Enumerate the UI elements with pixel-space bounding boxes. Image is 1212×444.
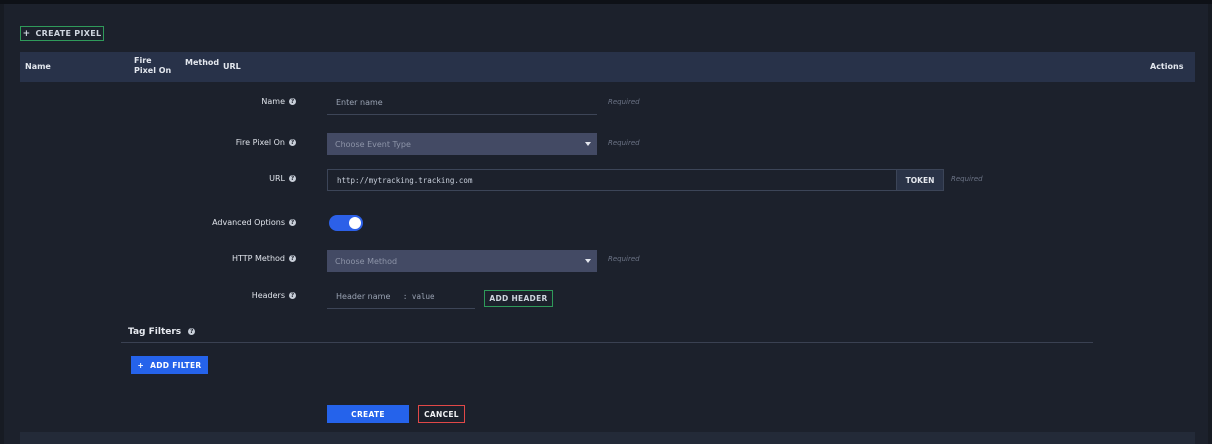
add-filter-label: ADD FILTER <box>150 360 202 370</box>
fire-pixel-label: Fire Pixel On <box>235 138 285 147</box>
event-type-select[interactable]: Choose Event Type <box>327 133 597 155</box>
plus-icon: + <box>22 28 31 39</box>
advanced-label: Advanced Options <box>212 218 285 227</box>
header-value-placeholder: : value <box>402 292 435 301</box>
toggle-knob <box>349 217 361 229</box>
http-method-required: Required <box>608 255 640 263</box>
col-url: URL <box>223 62 241 71</box>
advanced-label-wrap: Advanced Options? <box>96 218 296 227</box>
name-label: Name <box>261 97 285 106</box>
chevron-down-icon <box>585 259 591 263</box>
create-pixel-label: CREATE PIXEL <box>35 29 102 38</box>
col-name: Name <box>25 62 51 71</box>
plus-icon: + <box>137 360 145 370</box>
table-header: Name Fire Pixel On Method URL Actions <box>20 52 1195 82</box>
help-icon[interactable]: ? <box>289 98 296 105</box>
table-row[interactable] <box>20 432 1195 444</box>
tag-filters-label: Tag Filters <box>128 327 182 337</box>
name-label-wrap: Name? <box>96 97 296 106</box>
add-header-button[interactable]: ADD HEADER <box>484 290 553 307</box>
help-icon[interactable]: ? <box>289 175 296 182</box>
tag-filters-divider <box>121 342 1093 343</box>
url-required: Required <box>951 175 983 183</box>
event-type-placeholder: Choose Event Type <box>335 139 411 149</box>
help-icon[interactable]: ? <box>289 219 296 226</box>
add-filter-button[interactable]: + ADD FILTER <box>131 356 208 374</box>
create-button[interactable]: CREATE <box>327 405 409 423</box>
create-label: CREATE <box>351 409 385 419</box>
url-value: http://mytracking.tracking.com <box>337 175 473 185</box>
headers-label-wrap: Headers? <box>96 291 296 300</box>
http-method-label: HTTP Method <box>231 254 285 263</box>
http-method-placeholder: Choose Method <box>335 256 398 266</box>
advanced-options-toggle[interactable] <box>329 215 363 231</box>
http-method-select[interactable]: Choose Method <box>327 250 597 272</box>
col-method: Method <box>185 58 220 67</box>
help-icon[interactable]: ? <box>188 328 196 335</box>
headers-label: Headers <box>251 291 285 300</box>
url-label: URL <box>269 174 285 183</box>
add-header-label: ADD HEADER <box>489 294 548 303</box>
http-method-label-wrap: HTTP Method? <box>96 254 296 263</box>
cancel-label: CANCEL <box>424 409 459 419</box>
cancel-button[interactable]: CANCEL <box>418 405 465 423</box>
url-input[interactable]: http://mytracking.tracking.com <box>327 169 897 191</box>
name-required: Required <box>608 98 640 106</box>
help-icon[interactable]: ? <box>289 292 296 299</box>
col-actions: Actions <box>1150 62 1184 71</box>
token-button[interactable]: TOKEN <box>896 169 944 191</box>
name-input[interactable]: Enter name <box>327 93 597 115</box>
header-name-placeholder: Header name <box>336 292 391 301</box>
token-label: TOKEN <box>905 175 935 185</box>
fire-pixel-required: Required <box>608 139 640 147</box>
name-placeholder: Enter name <box>336 98 383 107</box>
col-fire-pixel-on: Fire Pixel On <box>134 56 172 75</box>
url-label-wrap: URL? <box>96 174 296 183</box>
tag-filters-title: Tag Filters? <box>128 327 196 337</box>
help-icon[interactable]: ? <box>289 255 296 262</box>
chevron-down-icon <box>585 142 591 146</box>
create-pixel-button[interactable]: + CREATE PIXEL <box>20 26 104 41</box>
header-name-input[interactable]: Header name : value <box>327 287 475 309</box>
fire-pixel-label-wrap: Fire Pixel On? <box>96 138 296 147</box>
help-icon[interactable]: ? <box>289 139 296 146</box>
